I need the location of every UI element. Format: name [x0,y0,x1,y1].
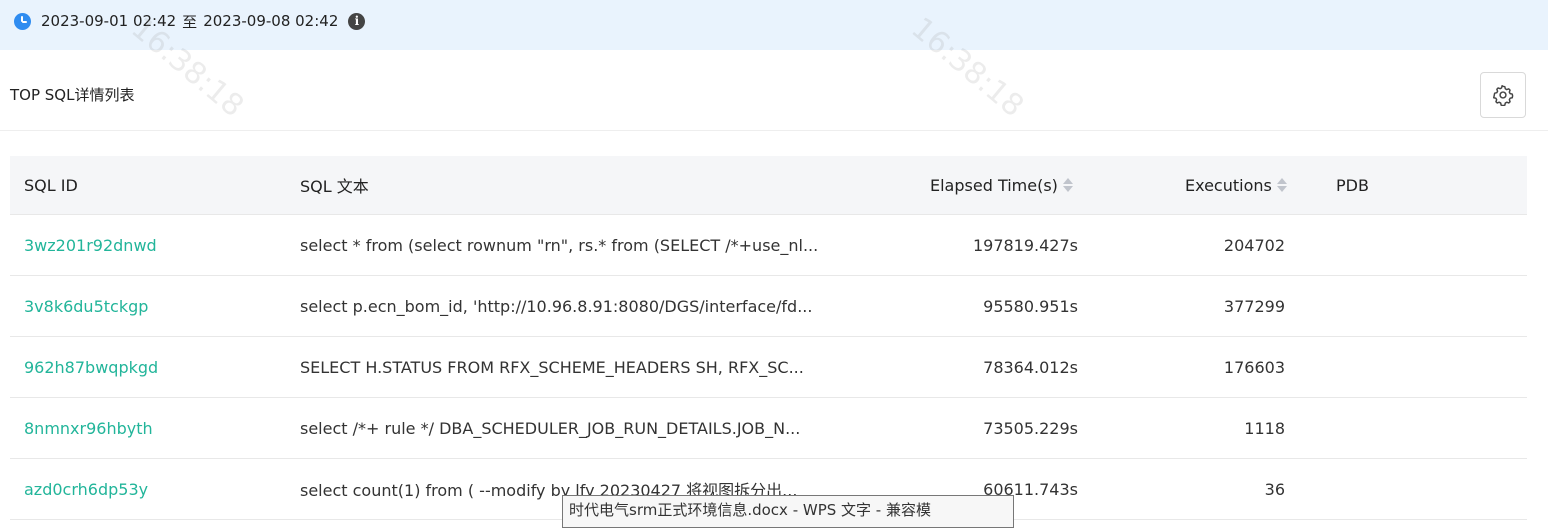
column-executions[interactable]: Executions [1185,156,1288,214]
info-icon[interactable]: i [348,12,366,30]
sql-text: select /*+ rule */ DBA_SCHEDULER_JOB_RUN… [300,418,801,438]
column-pdb: PDB [1336,175,1369,195]
elapsed-time: 78364.012s [983,357,1078,377]
sql-id-link[interactable]: 3v8k6du5tckgp [24,276,148,336]
executions: 36 [1264,479,1285,499]
taskbar-tooltip: 时代电气srm正式环境信息.docx - WPS 文字 - 兼容模 [562,495,1014,528]
column-executions-label: Executions [1185,175,1272,195]
gear-icon [1493,85,1514,106]
settings-button[interactable] [1480,72,1526,118]
column-elapsed-time[interactable]: Elapsed Time(s) [930,156,1074,214]
column-sql-text: SQL 文本 [300,177,369,196]
column-elapsed-time-label: Elapsed Time(s) [930,175,1058,195]
table-row: 8nmnxr96hbyth select /*+ rule */ DBA_SCH… [10,398,1527,459]
executions: 204702 [1223,235,1285,255]
panel-title: TOP SQL详情列表 [10,86,135,104]
executions: 176603 [1223,357,1285,377]
elapsed-time: 95580.951s [983,296,1078,316]
table-header: SQL ID SQL 文本 Elapsed Time(s) Executions… [10,156,1527,215]
elapsed-time: 197819.427s [972,235,1078,255]
time-range-bar: 2023-09-01 02:42 至 2023-09-08 02:42 i [0,0,1548,50]
sql-text: select p.ecn_bom_id, 'http://10.96.8.91:… [300,296,813,316]
column-sql-id: SQL ID [24,175,78,195]
time-range[interactable]: 2023-09-01 02:42 至 2023-09-08 02:42 i [14,10,366,32]
table-row: 3v8k6du5tckgp select p.ecn_bom_id, 'http… [10,276,1527,337]
executions: 1118 [1244,418,1285,438]
top-sql-table: SQL ID SQL 文本 Elapsed Time(s) Executions… [10,156,1527,520]
sql-id-link[interactable]: azd0crh6dp53y [24,459,148,519]
divider [0,130,1548,131]
sort-icon[interactable] [1062,177,1074,193]
time-range-end: 2023-09-08 02:42 [203,12,339,30]
executions: 377299 [1223,296,1285,316]
sql-text: SELECT H.STATUS FROM RFX_SCHEME_HEADERS … [300,357,804,377]
time-range-start: 2023-09-01 02:42 [41,12,177,30]
sql-id-link[interactable]: 3wz201r92dnwd [24,215,157,275]
table-row: 962h87bwqpkgd SELECT H.STATUS FROM RFX_S… [10,337,1527,398]
time-range-separator: 至 [182,12,198,31]
elapsed-time: 73505.229s [983,418,1078,438]
sql-id-link[interactable]: 962h87bwqpkgd [24,337,158,397]
clock-icon [14,12,31,30]
sort-icon[interactable] [1276,177,1288,193]
sql-id-link[interactable]: 8nmnxr96hbyth [24,398,153,458]
sql-text: select * from (select rownum "rn", rs.* … [300,235,819,255]
table-row: 3wz201r92dnwd select * from (select rown… [10,215,1527,276]
